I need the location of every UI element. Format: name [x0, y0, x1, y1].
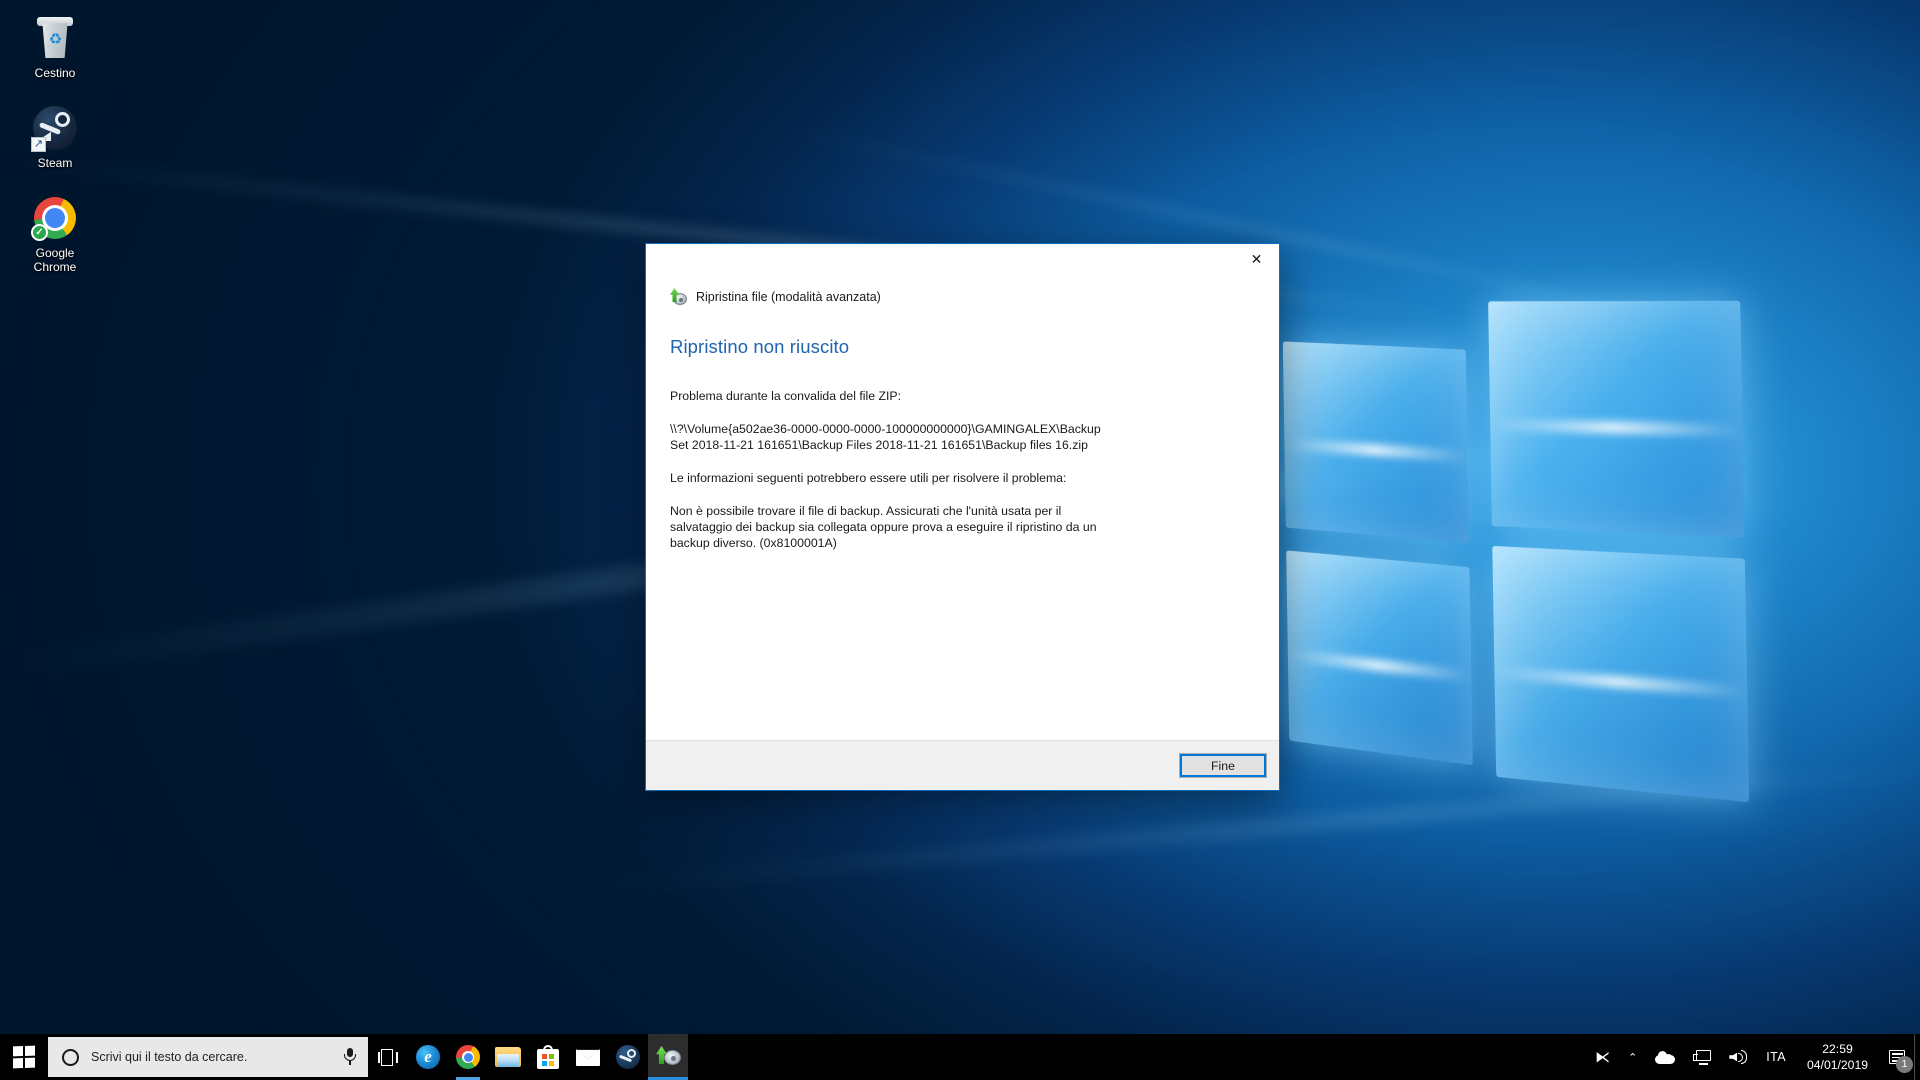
- windows-logo-icon: [13, 1045, 35, 1069]
- chevron-up-icon[interactable]: ⌃: [1619, 1034, 1646, 1080]
- desktop-icon-list: ♻ Cestino ↗ Steam ✓ Google Chrome: [0, 8, 110, 292]
- clock[interactable]: 22:59 04/01/2019: [1795, 1034, 1880, 1080]
- speaker-icon[interactable]: [1720, 1034, 1757, 1080]
- taskbar-app-list: e: [368, 1034, 688, 1080]
- restore-file-icon: [655, 1046, 681, 1068]
- folder-icon: [495, 1046, 521, 1068]
- steam-icon: ↗: [31, 104, 79, 152]
- chrome-icon: ✓: [31, 194, 79, 242]
- taskbar-item-file-explorer[interactable]: [488, 1034, 528, 1080]
- dialog-hint-text: Le informazioni seguenti potrebbero esse…: [670, 471, 1067, 485]
- clock-time: 22:59: [1822, 1042, 1853, 1056]
- chrome-icon: [456, 1045, 480, 1069]
- taskbar-item-microsoft-edge[interactable]: e: [408, 1034, 448, 1080]
- action-center-button[interactable]: 1: [1880, 1034, 1914, 1080]
- onedrive-cloud-icon[interactable]: [1646, 1034, 1684, 1080]
- restore-file-icon: [670, 288, 688, 306]
- task-view-button[interactable]: [368, 1034, 408, 1080]
- mail-envelope-icon: [576, 1048, 600, 1066]
- clock-date: 04/01/2019: [1807, 1058, 1868, 1072]
- desktop-icon-steam[interactable]: ↗ Steam: [0, 98, 110, 174]
- close-icon[interactable]: ✕: [1234, 244, 1279, 274]
- taskbar-spacer: [688, 1034, 1586, 1080]
- search-placeholder: Scrivi qui il testo da cercare.: [91, 1050, 248, 1064]
- people-icon[interactable]: ⧔: [1586, 1034, 1619, 1080]
- system-tray: ⧔ ⌃ ITA 22:59 04/01/2019 1: [1586, 1034, 1920, 1080]
- dialog-app-header: Ripristina file (modalità avanzata): [646, 284, 1279, 310]
- desktop-icon-label-line2: Chrome: [33, 260, 77, 274]
- taskbar[interactable]: Scrivi qui il testo da cercare. e ⧔ ⌃ IT…: [0, 1034, 1920, 1080]
- dialog-titlebar[interactable]: ✕: [646, 244, 1279, 284]
- finish-button[interactable]: Fine: [1179, 753, 1267, 778]
- verified-check-icon: ✓: [31, 224, 48, 241]
- network-monitor-icon[interactable]: [1684, 1034, 1720, 1080]
- start-button[interactable]: [0, 1034, 48, 1080]
- dialog-zip-path: \\?\Volume{a502ae36-0000-0000-0000-10000…: [670, 422, 1101, 452]
- desktop-icon-label: Cestino: [34, 66, 76, 80]
- edge-icon: e: [416, 1045, 440, 1069]
- notification-count-badge: 1: [1896, 1056, 1913, 1073]
- desktop-icon-label: Google Chrome: [2, 246, 108, 274]
- taskbar-item-steam[interactable]: [608, 1034, 648, 1080]
- taskbar-item-google-chrome[interactable]: [448, 1034, 488, 1080]
- dialog-body: Ripristino non riuscito Problema durante…: [646, 310, 1279, 740]
- desktop-icon-cestino[interactable]: ♻ Cestino: [0, 8, 110, 84]
- recycle-bin-icon: ♻: [31, 14, 79, 62]
- taskbar-item-mail[interactable]: [568, 1034, 608, 1080]
- desktop-icon-label: Steam: [37, 156, 73, 170]
- desktop-icon-google-chrome[interactable]: ✓ Google Chrome: [0, 188, 110, 278]
- restore-failed-dialog[interactable]: ✕ Ripristina file (modalità avanzata) Ri…: [645, 243, 1280, 791]
- search-input[interactable]: Scrivi qui il testo da cercare.: [48, 1037, 368, 1077]
- desktop[interactable]: ♻ Cestino ↗ Steam ✓ Google Chrome ✕ Ripr…: [0, 0, 1920, 1080]
- dialog-intro-text: Problema durante la convalida del file Z…: [670, 389, 902, 403]
- store-bag-icon: [537, 1045, 559, 1069]
- desktop-icon-label-line1: Google: [35, 246, 75, 260]
- taskbar-item-microsoft-store[interactable]: [528, 1034, 568, 1080]
- shortcut-arrow-icon: ↗: [31, 137, 46, 152]
- steam-icon: [616, 1045, 640, 1069]
- dialog-footer: Fine: [646, 740, 1279, 790]
- task-view-icon: [378, 1048, 398, 1066]
- cortana-ring-icon: [62, 1048, 79, 1066]
- taskbar-item-backup-restore[interactable]: [648, 1034, 688, 1080]
- dialog-detail-text: Non è possibile trovare il file di backu…: [670, 504, 1097, 550]
- dialog-app-title: Ripristina file (modalità avanzata): [696, 290, 881, 304]
- show-desktop-button[interactable]: [1914, 1034, 1920, 1080]
- language-indicator[interactable]: ITA: [1757, 1034, 1795, 1080]
- microphone-icon[interactable]: [342, 1048, 358, 1066]
- dialog-heading: Ripristino non riuscito: [670, 336, 850, 357]
